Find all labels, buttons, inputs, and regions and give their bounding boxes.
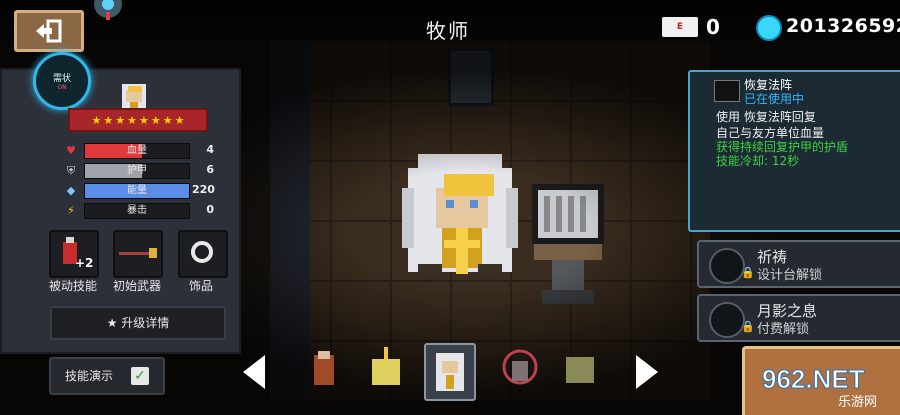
- passive-badge: +2: [75, 256, 94, 270]
- crit-bar: 暴击: [84, 203, 190, 219]
- svg-text:962.NET: 962.NET: [762, 364, 865, 394]
- skill-demo-toggle[interactable]: 技能演示 ✓: [49, 357, 165, 395]
- gem-currency-icon: [756, 15, 782, 41]
- skin-option-3-selected[interactable]: [424, 343, 476, 401]
- game-scene: 需状 ON ★ ★ ★ ★ ★ ★ ★ ★ ♥ 血量 4 ⛨ 护甲 6 ◆ 能量…: [0, 0, 900, 415]
- armor-bar: 护甲: [84, 163, 190, 179]
- moon-skill-icon: [709, 302, 745, 338]
- stat-value: 6: [206, 163, 214, 176]
- skill-demo-label: 技能演示: [65, 369, 114, 383]
- star-icon: ★: [139, 113, 149, 127]
- staff-weapon-icon: [119, 248, 157, 258]
- energy-bar: 能量: [84, 183, 190, 199]
- skin-option-4[interactable]: [496, 343, 544, 397]
- skin-avatar: [372, 347, 400, 385]
- passive-skill-label: 被动技能: [48, 279, 97, 293]
- skin-avatar: [566, 357, 594, 383]
- checkbox-checked-icon[interactable]: ✓: [131, 367, 149, 385]
- diamond-icon: ◆: [66, 184, 76, 197]
- watermark-logo: 962.NET 乐游网: [762, 364, 878, 411]
- character-title: 牧师: [426, 19, 470, 43]
- badge-title: 需状: [52, 74, 71, 84]
- stat-label: 暴击: [127, 205, 147, 216]
- star-icon: ★: [150, 113, 161, 127]
- energy-box-icon: E: [662, 17, 698, 37]
- locked-skill-moonbreath[interactable]: 🔒 月影之息 付费解锁: [697, 294, 900, 342]
- back-button[interactable]: [14, 10, 84, 52]
- gem-count: 201326592: [786, 15, 900, 37]
- ring-icon: [191, 241, 213, 263]
- accessory-slot[interactable]: [178, 230, 228, 278]
- health-bar: 血量: [84, 143, 190, 159]
- lock-icon: 🔒: [741, 320, 755, 333]
- stat-label: 护甲: [127, 165, 147, 176]
- status-badge[interactable]: 需状 ON: [33, 52, 91, 110]
- wrench-gem-icon[interactable]: [88, 0, 128, 24]
- active-skill-card[interactable]: 恢复法阵 已在使用中 使用 恢复法阵回复 自己与友方单位血量 获得持续回复护甲的…: [688, 70, 900, 232]
- skin-avatar: [314, 351, 334, 385]
- star-icon: ★: [103, 113, 114, 127]
- accessory-label: 饰品: [188, 279, 213, 293]
- stat-label: 血量: [127, 145, 147, 156]
- star-icon: ★: [91, 113, 102, 127]
- shield-icon: ⛨: [66, 164, 76, 177]
- heart-icon: ♥: [66, 144, 76, 157]
- healing-circle-icon: [714, 80, 740, 102]
- energy-count: 0: [706, 15, 720, 39]
- skin-option-2[interactable]: [362, 343, 410, 397]
- skin-option-5[interactable]: [556, 343, 604, 397]
- star-icon: ★: [174, 113, 185, 127]
- stat-label: 能量: [127, 185, 147, 196]
- stat-crit: ⚡ 暴击 0: [64, 203, 224, 219]
- skin-avatar: [502, 349, 538, 385]
- stat-value: 0: [206, 203, 214, 216]
- initial-weapon-slot[interactable]: [113, 230, 163, 278]
- stat-energy: ◆ 能量 220: [64, 183, 224, 199]
- passive-skill-slot[interactable]: +2: [49, 230, 99, 278]
- stat-armor: ⛨ 护甲 6: [64, 163, 224, 179]
- star-icon: ★: [115, 113, 126, 127]
- skin-option-1[interactable]: [300, 343, 348, 397]
- stat-value: 4: [206, 143, 214, 156]
- locked-skill-sub: 付费解锁: [757, 322, 810, 337]
- locked-skill-sub: 设计台解锁: [757, 268, 823, 283]
- star-icon: ★: [127, 113, 137, 127]
- skill-desc-1: 使用 恢复法阵回复: [716, 110, 816, 124]
- skill-cooldown: 技能冷却: 12秒: [716, 154, 800, 168]
- prev-character-arrow-icon[interactable]: [243, 355, 265, 389]
- star-ribbon: ★ ★ ★ ★ ★ ★ ★ ★: [68, 108, 208, 132]
- star-icon: ★: [162, 113, 173, 127]
- skill-status: 已在使用中: [744, 92, 805, 106]
- exit-icon: [36, 19, 62, 43]
- locked-skill-prayer[interactable]: 🔒 祈祷 设计台解锁: [697, 240, 900, 288]
- stat-health: ♥ 血量 4: [64, 143, 224, 159]
- crit-icon: ⚡: [67, 204, 75, 217]
- next-character-arrow-icon[interactable]: [636, 355, 658, 389]
- upgrade-details-button[interactable]: ★ 升级详情: [50, 306, 226, 340]
- initial-weapon-label: 初始武器: [112, 279, 161, 293]
- stat-value: 220: [192, 183, 215, 196]
- lock-icon: 🔒: [741, 266, 755, 279]
- badge-subtitle: ON: [57, 84, 67, 91]
- prayer-skill-icon: [709, 248, 745, 284]
- svg-text:乐游网: 乐游网: [838, 395, 877, 410]
- skin-avatar: [436, 353, 464, 391]
